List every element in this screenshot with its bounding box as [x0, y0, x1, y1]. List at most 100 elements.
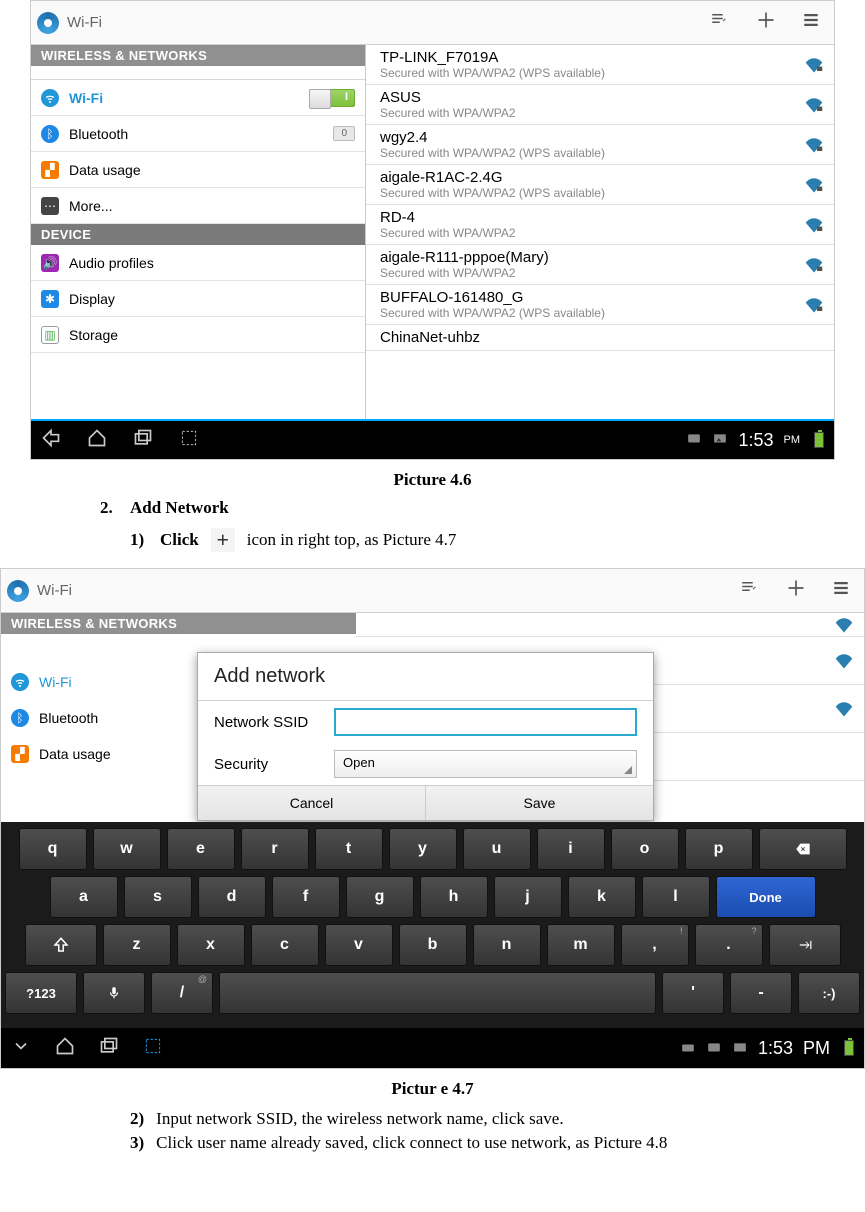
key-b[interactable]: b: [399, 924, 467, 966]
key-p[interactable]: p: [685, 828, 753, 870]
signal-lock-icon: [804, 296, 824, 314]
network-row[interactable]: aigale-R1AC-2.4GSecured with WPA/WPA2 (W…: [366, 165, 834, 205]
key-e[interactable]: e: [167, 828, 235, 870]
add-network-dialog: Add network Network SSID Security Open C…: [197, 652, 654, 821]
key-u[interactable]: u: [463, 828, 531, 870]
sidebar-item-wifi[interactable]: Wi-Fi: [31, 80, 365, 116]
home-icon[interactable]: [87, 428, 107, 453]
key-symbols[interactable]: ?123: [5, 972, 77, 1014]
menu-icon[interactable]: [802, 11, 820, 34]
wifi-icon: [11, 673, 29, 691]
key-m[interactable]: m: [547, 924, 615, 966]
key-l[interactable]: l: [642, 876, 710, 918]
sidebar-item-bluetooth[interactable]: ᛒ Bluetooth 0: [31, 116, 365, 152]
screenshot-icon[interactable]: [143, 1036, 163, 1061]
clock-ampm: PM: [803, 1038, 830, 1059]
clock-time: 1:53: [738, 430, 773, 451]
recent-icon[interactable]: [133, 428, 153, 453]
cancel-button[interactable]: Cancel: [198, 786, 426, 820]
key-x[interactable]: x: [177, 924, 245, 966]
network-row[interactable]: ChinaNet-uhbz: [366, 325, 834, 351]
key-o[interactable]: o: [611, 828, 679, 870]
scan-icon[interactable]: [738, 579, 760, 602]
sidebar-item-label: More...: [69, 198, 355, 214]
hide-kb-icon[interactable]: [11, 1036, 31, 1061]
menu-icon[interactable]: [832, 579, 850, 602]
key-tab[interactable]: [769, 924, 841, 966]
sidebar-item-datausage[interactable]: ▞ Data usage: [31, 152, 365, 188]
section-wireless: WIRELESS & NETWORKS: [31, 45, 365, 66]
screenshot-add-network: Wi-Fi WIRELESS & NETWORKS Wi-Fi ᛒ Blueto…: [0, 568, 865, 1069]
key-slash[interactable]: /@: [151, 972, 213, 1014]
key-j[interactable]: j: [494, 876, 562, 918]
android-navbar: 1:53 PM: [31, 419, 834, 459]
ssid-input[interactable]: [334, 708, 637, 736]
network-row[interactable]: RD-4Secured with WPA/WPA2: [366, 205, 834, 245]
recent-icon[interactable]: [99, 1036, 119, 1061]
home-icon[interactable]: [55, 1036, 75, 1061]
save-button[interactable]: Save: [426, 786, 653, 820]
key-d[interactable]: d: [198, 876, 266, 918]
network-row[interactable]: TP-LINK_F7019ASecured with WPA/WPA2 (WPS…: [366, 45, 834, 85]
sidebar-item-label: Wi-Fi: [69, 90, 299, 106]
back-icon[interactable]: [41, 428, 61, 453]
key-mic[interactable]: [83, 972, 145, 1014]
sidebar-item-storage[interactable]: ▥ Storage: [31, 317, 365, 353]
notif-icon[interactable]: [686, 430, 702, 451]
key-y[interactable]: y: [389, 828, 457, 870]
network-row[interactable]: aigale-R111-pppoe(Mary)Secured with WPA/…: [366, 245, 834, 285]
key-t[interactable]: t: [315, 828, 383, 870]
signal-lock-icon: [804, 136, 824, 154]
key-apostrophe[interactable]: ': [662, 972, 724, 1014]
add-icon[interactable]: [786, 578, 806, 603]
sidebar-item-audio[interactable]: 🔊 Audio profiles: [31, 245, 365, 281]
key-c[interactable]: c: [251, 924, 319, 966]
bluetooth-count-badge: 0: [333, 126, 355, 141]
network-row[interactable]: ASUSSecured with WPA/WPA2: [366, 85, 834, 125]
display-icon: ✱: [41, 290, 59, 308]
key-f[interactable]: f: [272, 876, 340, 918]
datausage-icon: ▞: [11, 745, 29, 763]
security-select[interactable]: Open: [334, 750, 637, 778]
key-done[interactable]: Done: [716, 876, 816, 918]
wifi-toggle-on[interactable]: [309, 89, 355, 107]
image-icon[interactable]: [712, 430, 728, 451]
key-a[interactable]: a: [50, 876, 118, 918]
key-dash[interactable]: -: [730, 972, 792, 1014]
add-icon[interactable]: [756, 10, 776, 35]
key-space[interactable]: [219, 972, 656, 1014]
top-bar: Wi-Fi: [31, 1, 834, 45]
sidebar-item-more[interactable]: ⋯ More...: [31, 188, 365, 224]
sidebar-item-display[interactable]: ✱ Display: [31, 281, 365, 317]
key-k[interactable]: k: [568, 876, 636, 918]
key-emoji[interactable]: :-): [798, 972, 860, 1014]
settings-left-panel: WIRELESS & NETWORKS Wi-Fi ᛒ Bluetooth 0 …: [31, 45, 366, 421]
battery-icon: [844, 1040, 854, 1056]
key-v[interactable]: v: [325, 924, 393, 966]
more-icon: ⋯: [41, 197, 59, 215]
key-shift[interactable]: [25, 924, 97, 966]
key-backspace[interactable]: [759, 828, 847, 870]
network-row[interactable]: wgy2.4Secured with WPA/WPA2 (WPS availab…: [366, 125, 834, 165]
screenshot-icon[interactable]: [179, 428, 199, 453]
key-q[interactable]: q: [19, 828, 87, 870]
key-n[interactable]: n: [473, 924, 541, 966]
key-r[interactable]: r: [241, 828, 309, 870]
key-g[interactable]: g: [346, 876, 414, 918]
key-period[interactable]: .?: [695, 924, 763, 966]
caption-picture-4-6: Picture 4.6: [0, 470, 865, 490]
signal-lock-icon: [834, 700, 854, 718]
wifi-app-icon: [7, 580, 29, 602]
key-comma[interactable]: ,!: [621, 924, 689, 966]
key-i[interactable]: i: [537, 828, 605, 870]
key-s[interactable]: s: [124, 876, 192, 918]
security-label: Security: [214, 756, 334, 773]
battery-icon: [814, 432, 824, 448]
clock-ampm: PM: [784, 434, 801, 446]
key-z[interactable]: z: [103, 924, 171, 966]
network-row[interactable]: BUFFALO-161480_GSecured with WPA/WPA2 (W…: [366, 285, 834, 325]
key-w[interactable]: w: [93, 828, 161, 870]
key-h[interactable]: h: [420, 876, 488, 918]
doc-step-3: 3) Click user name already saved, click …: [0, 1131, 865, 1155]
scan-icon[interactable]: [708, 11, 730, 34]
